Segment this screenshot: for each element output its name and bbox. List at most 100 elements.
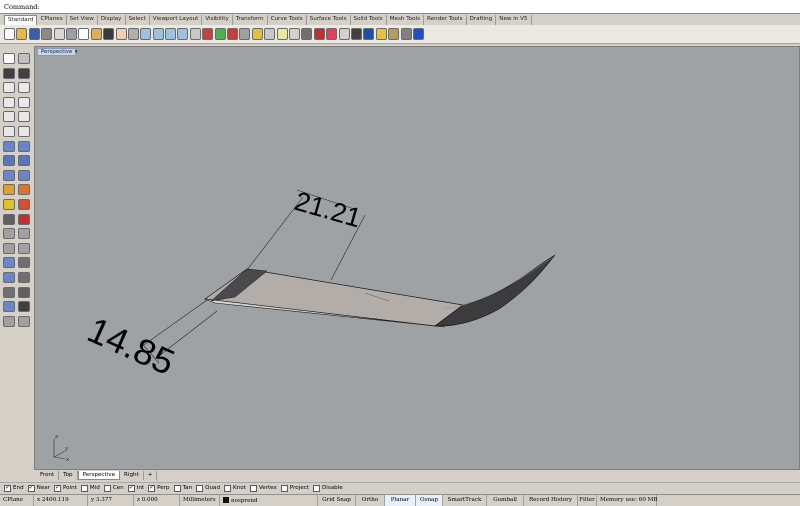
- osnap-checkbox[interactable]: [148, 484, 156, 492]
- options-icon[interactable]: [375, 28, 387, 40]
- open-folder-icon[interactable]: [16, 28, 28, 40]
- group-icon[interactable]: [18, 213, 30, 225]
- status-pane-planar[interactable]: Planar: [385, 495, 416, 506]
- osnap-mid[interactable]: Mid: [80, 484, 100, 492]
- osnap-checkbox[interactable]: [280, 484, 288, 492]
- osnap-checkbox[interactable]: [196, 484, 204, 492]
- shade-icon[interactable]: [313, 28, 325, 40]
- scale-icon[interactable]: [3, 242, 15, 254]
- undo-icon[interactable]: [103, 28, 115, 40]
- tab-surface-tools[interactable]: Surface Tools: [307, 15, 351, 25]
- osnap-vertex[interactable]: Vertex: [249, 484, 277, 492]
- command-line[interactable]: Command:: [0, 0, 800, 14]
- tab-standard[interactable]: Standard: [4, 15, 38, 25]
- add-viewport-tab[interactable]: +: [144, 471, 158, 480]
- grid-icon[interactable]: [202, 28, 214, 40]
- osnap-checkbox[interactable]: [27, 484, 35, 492]
- osnap-checkbox[interactable]: [80, 484, 88, 492]
- tab-curve-tools[interactable]: Curve Tools: [268, 15, 307, 25]
- text-icon[interactable]: [18, 272, 30, 283]
- status-pane-filter[interactable]: Filter: [578, 495, 597, 506]
- split-icon[interactable]: [18, 184, 30, 196]
- boolean-icon[interactable]: [3, 184, 15, 196]
- tab-display[interactable]: Display: [98, 15, 126, 25]
- viewport-tab-perspective[interactable]: Perspective: [77, 471, 121, 480]
- join-icon[interactable]: [3, 213, 15, 225]
- paste-icon[interactable]: [90, 28, 102, 40]
- osnap-project[interactable]: Project: [280, 484, 309, 492]
- circle-icon[interactable]: [3, 82, 15, 94]
- array-icon[interactable]: [3, 257, 15, 269]
- explode-icon[interactable]: [3, 199, 15, 210]
- winglet-surface[interactable]: [434, 254, 556, 327]
- osnap-checkbox[interactable]: [54, 484, 61, 492]
- polygon-icon[interactable]: [3, 111, 15, 123]
- ellipse-icon[interactable]: [3, 96, 15, 108]
- extrude-icon[interactable]: [18, 169, 30, 181]
- tab-visibility[interactable]: Visibility: [202, 15, 233, 25]
- check-icon[interactable]: [18, 301, 30, 313]
- sphere-icon[interactable]: [18, 155, 30, 167]
- tab-new-in-v5[interactable]: New in V5: [496, 15, 532, 25]
- new-file-icon[interactable]: [4, 28, 15, 40]
- osnap-knot[interactable]: Knot: [224, 484, 246, 492]
- light-bulb-icon[interactable]: [276, 28, 288, 40]
- status-pane-smarttrack[interactable]: SmartTrack: [443, 495, 487, 506]
- osnap-near[interactable]: Near: [27, 484, 50, 492]
- osnap-checkbox[interactable]: [224, 484, 231, 492]
- tab-solid-tools[interactable]: Solid Tools: [351, 15, 387, 25]
- units-label[interactable]: Millimeters: [180, 495, 220, 506]
- dimension-icon[interactable]: [18, 257, 30, 269]
- print-icon[interactable]: [41, 28, 53, 40]
- mirror-icon[interactable]: [18, 242, 30, 254]
- osnap-point[interactable]: Point: [54, 484, 77, 492]
- trim-icon[interactable]: [18, 199, 30, 210]
- pan-hand-icon[interactable]: [115, 28, 127, 40]
- status-pane-osnap[interactable]: Osnap: [416, 495, 443, 506]
- tools-icon[interactable]: [400, 28, 412, 40]
- osnap-checkbox[interactable]: [249, 484, 257, 492]
- osnap-checkbox[interactable]: [4, 484, 11, 492]
- properties-icon[interactable]: [264, 28, 276, 40]
- move-icon[interactable]: [3, 228, 15, 240]
- perspective-viewport[interactable]: 21.21 14.85 z y x Perspective ▾: [34, 46, 800, 470]
- viewport-menu-icon[interactable]: ▾: [75, 49, 78, 55]
- four-view-icon[interactable]: [189, 28, 201, 40]
- color-wheel-icon[interactable]: [326, 28, 338, 40]
- point-cloud-icon[interactable]: [18, 53, 30, 64]
- render-icon[interactable]: [363, 28, 375, 40]
- viewport-tab-right[interactable]: Right: [120, 471, 144, 480]
- zoom-selected-icon[interactable]: [177, 28, 189, 40]
- rotate-view-icon[interactable]: [127, 28, 139, 40]
- viewport-tab-top[interactable]: Top: [59, 471, 78, 480]
- move-cplane-icon[interactable]: [227, 28, 239, 40]
- select-arrow-icon[interactable]: [3, 53, 15, 64]
- osnap-tan[interactable]: Tan: [173, 484, 192, 492]
- osnap-perp[interactable]: Perp: [148, 484, 170, 492]
- zoom-icon[interactable]: [140, 28, 152, 40]
- tab-set-view[interactable]: Set View: [67, 15, 98, 25]
- osnap-quad[interactable]: Quad: [196, 484, 220, 492]
- osnap-disable[interactable]: Disable: [312, 484, 343, 492]
- material-icon[interactable]: [350, 28, 362, 40]
- tab-select[interactable]: Select: [126, 15, 150, 25]
- tab-drafting[interactable]: Drafting: [467, 15, 497, 25]
- osnap-end[interactable]: End: [4, 484, 24, 492]
- curve-icon[interactable]: [18, 67, 30, 79]
- lock-icon[interactable]: [301, 28, 313, 40]
- cplane-label[interactable]: CPlane: [0, 495, 34, 506]
- status-pane-record-history[interactable]: Record History: [524, 495, 578, 506]
- osnap-checkbox[interactable]: [312, 484, 320, 492]
- tab-render-tools[interactable]: Render Tools: [424, 15, 467, 25]
- cut-icon[interactable]: [65, 28, 77, 40]
- sphere-render-icon[interactable]: [338, 28, 350, 40]
- status-pane-grid-snap[interactable]: Grid Snap: [318, 495, 356, 506]
- help-icon[interactable]: [412, 28, 424, 40]
- status-pane-gumball[interactable]: Gumball: [487, 495, 524, 506]
- status-pane-ortho[interactable]: Ortho: [356, 495, 385, 506]
- osnap-int[interactable]: Int: [127, 484, 144, 492]
- current-layer[interactable]: nosprend: [220, 495, 318, 506]
- polyline-icon[interactable]: [3, 67, 15, 79]
- rectangle-icon[interactable]: [18, 96, 30, 108]
- render-mesh-icon[interactable]: [3, 315, 15, 327]
